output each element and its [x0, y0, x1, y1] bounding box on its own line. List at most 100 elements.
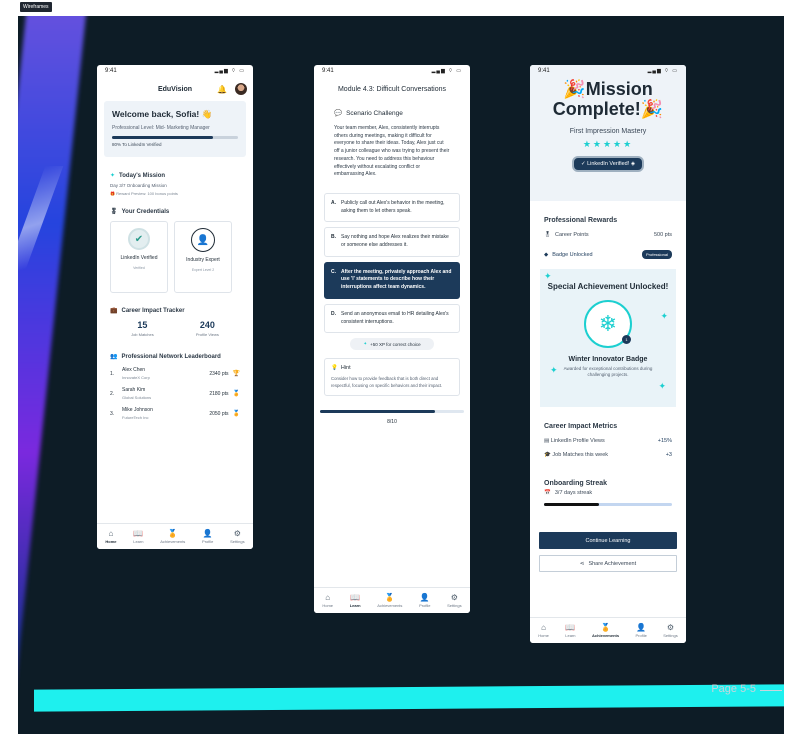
- tracker-title: Career Impact Tracker: [121, 307, 185, 314]
- settings-icon: ⚙: [233, 528, 241, 538]
- leader-rank: 2.: [110, 390, 115, 397]
- stat-label: Job Matches: [131, 332, 154, 337]
- answer-option-c[interactable]: C. After the meeting, privately approach …: [324, 261, 460, 299]
- credential-card-expert[interactable]: 👤 Industry Expert Expert Level 2: [174, 221, 232, 293]
- answer-option-d[interactable]: D. Send an anonymous email to HR detailin…: [324, 303, 460, 334]
- answer-option-a[interactable]: A. Publicly call out Alex's behavior in t…: [324, 192, 460, 223]
- calendar-icon: 📅: [544, 490, 551, 496]
- nav-profile[interactable]: 👤 Profile: [635, 623, 647, 638]
- leader-points: 2340 pts: [209, 370, 229, 377]
- career-points-row: 🎖 Career Points 500 pts: [544, 232, 672, 238]
- nav-settings[interactable]: ⚙ Settings: [230, 528, 244, 544]
- chat-icon: 💬: [334, 110, 343, 117]
- phone-dashboard: 9:41 ▂▄▆ ⌔ ▭ EduVision 🔔 Welcome back, S…: [97, 65, 253, 549]
- verification-progress-fill: [112, 136, 213, 139]
- special-achievement-card[interactable]: ✦ ✦ ✦ ✦ Special Achievement Unlocked! ❄ 1…: [540, 269, 676, 407]
- streak-progress-fill: [544, 503, 600, 506]
- nav-profile[interactable]: 👤 Profile: [419, 592, 430, 608]
- decorative-light-streak: [18, 16, 88, 734]
- option-key: C.: [331, 268, 336, 275]
- xp-badge: ✦ +50 XP for correct choice: [350, 338, 434, 351]
- status-icons: ▂▄▆ ⌔ ▭: [647, 68, 678, 74]
- hint-card[interactable]: 💡 Hint Consider how to provide feedback t…: [324, 358, 460, 397]
- nav-label: Home: [105, 538, 117, 544]
- achievements-icon: 🏅: [167, 528, 178, 538]
- answer-option-b[interactable]: B. Say nothing and hope Alex realizes the…: [324, 227, 460, 257]
- phone-mission-complete: 9:41 ▂▄▆ ⌔ ▭ 🎉Mission Complete!🎉 First I…: [530, 65, 686, 643]
- option-text: Publicly call out Alex's behavior in the…: [341, 199, 445, 214]
- bell-icon[interactable]: 🔔: [217, 85, 227, 94]
- nav-home[interactable]: ⌂ Home: [538, 623, 549, 638]
- linkedin-verified-badge[interactable]: ✓ LinkedIn Verified! ◈: [571, 156, 645, 172]
- leader-org: FutureTech Inc: [122, 415, 149, 420]
- status-time: 9:41: [105, 68, 117, 74]
- briefcase-icon: 💼: [110, 308, 118, 314]
- nav-learn[interactable]: 📖 Learn: [349, 592, 361, 608]
- nav-settings[interactable]: ⚙ Settings: [447, 593, 461, 608]
- nav-label: Home: [322, 602, 334, 608]
- status-time: 9:41: [538, 68, 550, 74]
- nav-profile[interactable]: 👤 Profile: [202, 529, 213, 544]
- status-icons: ▂▄▆ ⌔ ▭: [214, 68, 245, 74]
- credential-status: Expert Level 2: [191, 268, 215, 272]
- stat-label: Profile Views: [195, 332, 219, 337]
- nav-achievements[interactable]: 🏅 Achievements: [377, 593, 402, 608]
- tool-tag: Wireframes: [20, 2, 52, 12]
- bottom-nav: ⌂ Home 📖 Learn 🏅 Achievements 👤 Profile ⚙ Setting…: [530, 617, 686, 643]
- leaderboard-row[interactable]: 1. Alex Chen InnovateX Corp 2340 pts 🏆: [97, 367, 253, 380]
- credentials-title: Your Credentials: [121, 208, 170, 215]
- party-popper-icon: 🎉: [640, 99, 664, 119]
- leader-name: Alex Chen: [122, 367, 146, 373]
- nav-achievements[interactable]: 🏅 Achievements: [591, 622, 620, 638]
- credential-cards: ✔ LinkedIn Verified Verified 👤 Industry …: [97, 221, 253, 293]
- badge-description: Awarded for exceptional contributions du…: [563, 366, 653, 377]
- scenario-title: Scenario Challenge: [346, 109, 403, 117]
- leader-org: Global Solutions: [122, 395, 152, 400]
- medal-icon: 🏅: [232, 391, 240, 397]
- nav-learn[interactable]: 📖 Learn: [565, 623, 575, 638]
- leaderboard-row[interactable]: 2. Sarah Kim Global Solutions 2180 pts 🏅: [97, 387, 253, 400]
- nav-label: Profile: [635, 632, 647, 638]
- verified-badge-icon: ✔: [128, 228, 150, 250]
- streak-text: 3/7 days streak: [554, 490, 593, 496]
- credential-card-linkedin[interactable]: ✔ LinkedIn Verified Verified: [110, 221, 168, 293]
- mission-subtitle: Day 3/7 Onboarding Mission: [110, 183, 167, 188]
- leader-points: 2050 pts: [209, 410, 229, 417]
- sparkle-icon: ✦: [110, 173, 116, 179]
- home-icon: ⌂: [325, 592, 331, 602]
- nav-label: Achievements: [591, 632, 620, 638]
- lightbulb-icon: 💡: [331, 365, 338, 372]
- professional-level: Professional Level: Mid- Marketing Manag…: [112, 125, 210, 131]
- star-rating: ★★★★★: [582, 139, 634, 149]
- continue-learning-button[interactable]: Continue Learning: [539, 532, 677, 549]
- avatar[interactable]: [235, 83, 247, 95]
- sparkle-icon: ✦: [363, 341, 368, 347]
- nav-label: Achievements: [160, 538, 186, 544]
- option-text: Send an anonymous email to HR detailing …: [341, 310, 449, 325]
- share-achievement-button[interactable]: ⋖ Share Achievement: [539, 555, 677, 572]
- nav-home[interactable]: ⌂ Home: [322, 592, 334, 608]
- nav-achievements[interactable]: 🏅 Achievements: [160, 528, 186, 544]
- people-icon: 👥: [110, 354, 118, 360]
- leader-name: Sarah Kim: [122, 387, 146, 393]
- leaderboard-row[interactable]: 3. Mike Johnson FutureTech Inc 2050 pts 🏅: [97, 407, 253, 420]
- mission-section[interactable]: ✦ Today's Mission Day 3/7 Onboarding Miss…: [97, 172, 253, 197]
- expert-user-icon: 👤: [191, 228, 215, 252]
- badge-unlocked-row[interactable]: ◆ Badge Unlocked Professional: [544, 250, 672, 259]
- nav-label: Learn: [349, 602, 361, 608]
- badge-count: 1: [622, 335, 631, 344]
- scenario-section: 💬 Scenario Challenge Your team member, Al…: [314, 109, 470, 179]
- status-icons: ▂▄▆ ⌔ ▭: [431, 68, 462, 74]
- sparkle-icon: ✦: [658, 381, 666, 391]
- app-header: EduVision 🔔: [97, 77, 253, 101]
- achievements-icon: 🏅: [600, 622, 611, 632]
- learn-icon: 📖: [350, 592, 361, 602]
- snowflake-icon: ❄ 1: [584, 300, 632, 348]
- special-achievement-title: Special Achievement Unlocked!: [547, 282, 669, 291]
- stat-value: 15: [137, 320, 148, 330]
- nav-learn[interactable]: 📖 Learn: [133, 529, 143, 544]
- option-text: Say nothing and hope Alex realizes their…: [341, 234, 449, 249]
- nav-home[interactable]: ⌂ Home: [105, 529, 117, 544]
- profile-icon: 👤: [419, 592, 430, 602]
- nav-settings[interactable]: ⚙ Settings: [663, 623, 677, 638]
